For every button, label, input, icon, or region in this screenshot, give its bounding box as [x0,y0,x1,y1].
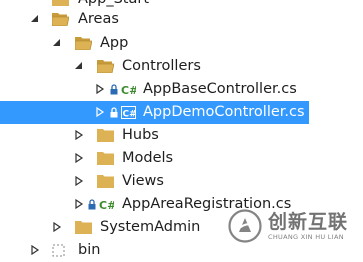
svg-text:C#: C# [99,199,114,211]
folder-icon [97,152,114,165]
csharp-file-icon: C# [99,199,114,211]
collapsed-arrow-icon[interactable] [74,153,84,163]
folder-icon [97,175,114,188]
tree-item-label: Controllers [122,58,201,74]
tree-item-areas[interactable]: Areas [0,8,363,31]
tree-item-label: SystemAdmin [100,219,201,235]
folder-icon [97,129,114,142]
tree-item-label: Views [122,173,164,189]
collapsed-arrow-icon[interactable] [74,176,84,186]
tree-item-label: App [100,35,129,51]
folder-icon [75,221,92,234]
excluded-folder-icon [52,244,65,257]
lock-icon [110,84,118,95]
watermark: 创新互联 CHUANG XIN HU LIAN [228,205,360,251]
tree-item-label: Models [122,150,174,166]
tree-item-label: Areas [78,11,119,27]
folder-open-icon [52,13,69,26]
tree-item-label: AppBaseController.cs [143,81,297,97]
tree-item-hubs[interactable]: Hubs [0,124,363,147]
watermark-subtitle: CHUANG XIN HU LIAN [268,233,344,241]
lock-icon [88,199,96,210]
collapsed-arrow-icon[interactable] [74,199,84,209]
folder-open-icon [75,37,92,50]
expanded-arrow-icon[interactable] [74,61,84,71]
csharp-file-icon: C# [121,106,136,119]
expanded-arrow-icon[interactable] [52,38,62,48]
collapsed-arrow-icon[interactable] [74,130,84,140]
tree-item-appbasecontroller[interactable]: C# AppBaseController.cs [0,78,363,101]
tree-item-label: AppDemoController.cs [143,104,305,120]
folder-icon [52,0,69,6]
svg-text:C#: C# [123,110,137,120]
csharp-file-icon: C# [121,84,136,96]
tree-item-models[interactable]: Models [0,147,363,170]
tree-item-app[interactable]: App [0,32,363,55]
watermark-title: 创新互联 [268,211,349,233]
collapsed-arrow-icon[interactable] [95,107,105,117]
tree-item-views[interactable]: Views [0,170,363,193]
tree-item-appdemocontroller[interactable]: C# AppDemoController.cs [0,101,309,124]
svg-text:C#: C# [121,84,136,96]
lock-icon [110,107,118,118]
tree-item-controllers[interactable]: Controllers [0,55,363,78]
tree-item-label: Hubs [122,127,159,143]
expanded-arrow-icon[interactable] [30,14,40,24]
folder-open-icon [97,60,114,73]
collapsed-arrow-icon[interactable] [95,84,105,94]
collapsed-arrow-icon[interactable] [52,222,62,232]
watermark-logo-icon [228,209,262,243]
collapsed-arrow-icon[interactable] [30,245,40,255]
